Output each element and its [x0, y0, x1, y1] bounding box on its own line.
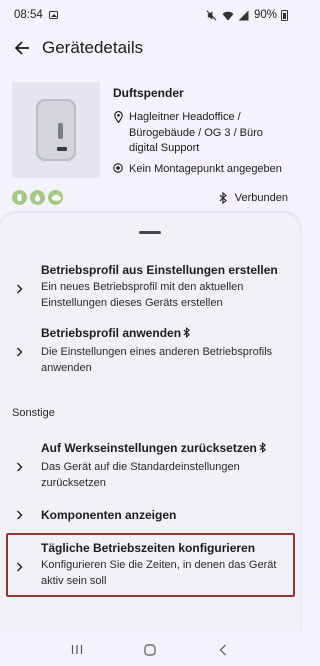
device-name: Duftspender	[113, 86, 184, 100]
action-title: Betriebsprofil anwenden	[41, 326, 190, 340]
chevron-right-icon	[16, 561, 24, 573]
actions-sheet: Betriebsprofil aus Einstellungen erstell…	[0, 213, 300, 633]
action-title-text: Betriebsprofil anwenden	[41, 326, 182, 340]
bluetooth-icon	[219, 192, 227, 204]
wifi-icon	[222, 9, 234, 21]
connection-status-text: Verbunden	[234, 192, 288, 204]
action-description: Das Gerät auf die Standardeinstellungen …	[41, 461, 240, 489]
mute-icon	[206, 9, 218, 21]
location-pin-icon	[113, 110, 123, 124]
action-description: Konfigurieren Sie die Zeiten, in denen d…	[41, 559, 277, 587]
action-description: Die Einstellungen eines anderen Betriebs…	[41, 346, 273, 374]
action-title: Komponenten anzeigen	[41, 508, 177, 522]
back-nav-button[interactable]	[213, 640, 233, 660]
chevron-right-icon	[16, 509, 24, 521]
mounting-text: Kein Montagepunkt angegeben	[129, 163, 282, 175]
action-create-profile[interactable]: Betriebsprofil aus Einstellungen erstell…	[0, 263, 300, 323]
page-title: Gerätedetails	[42, 38, 144, 57]
back-button[interactable]	[12, 38, 32, 58]
chevron-right-icon	[16, 283, 24, 295]
action-title: Tägliche Betriebszeiten konfigurieren	[41, 541, 256, 555]
back-nav-icon	[219, 644, 227, 655]
sheet-drag-handle[interactable]	[139, 231, 161, 234]
chevron-right-icon	[16, 346, 24, 358]
feature-icon-3	[48, 190, 63, 205]
action-title: Auf Werkseinstellungen zurücksetzen	[41, 441, 266, 455]
feature-icon-2	[30, 190, 45, 205]
status-time: 08:54	[14, 9, 43, 21]
image-icon	[48, 11, 58, 19]
status-icons: 90%	[206, 9, 288, 21]
connection-status: Verbunden	[219, 192, 288, 204]
action-configure-operating-times[interactable]: Tägliche Betriebszeiten konfigurieren Ko…	[0, 541, 300, 596]
action-description: Ein neues Betriebsprofil mit den aktuell…	[41, 281, 244, 309]
status-bar: 08:54 90%	[0, 0, 300, 30]
action-title: Betriebsprofil aus Einstellungen erstell…	[41, 263, 278, 277]
section-label-other: Sonstige	[12, 407, 55, 419]
mounting-point-icon	[113, 162, 123, 176]
recent-apps-icon	[71, 645, 82, 654]
home-button[interactable]	[140, 640, 160, 660]
feature-icon-1	[12, 190, 27, 205]
bluetooth-icon	[259, 442, 266, 453]
battery-icon	[281, 9, 288, 21]
device-image	[12, 82, 100, 178]
chevron-right-icon	[16, 461, 24, 473]
action-factory-reset[interactable]: Auf Werkseinstellungen zurücksetzen Das …	[0, 441, 300, 496]
action-show-components[interactable]: Komponenten anzeigen	[0, 508, 300, 528]
action-apply-profile[interactable]: Betriebsprofil anwenden Die Einstellunge…	[0, 326, 300, 381]
home-icon	[144, 643, 156, 656]
location-text: Hagleitner Headoffice / Bürogebäude / OG…	[129, 111, 263, 154]
device-mounting: Kein Montagepunkt angegeben	[113, 162, 298, 176]
arrow-back-icon	[14, 41, 29, 55]
device-location: Hagleitner Headoffice / Bürogebäude / OG…	[113, 110, 293, 157]
feature-icons	[12, 190, 63, 205]
recent-apps-button[interactable]	[67, 640, 87, 660]
system-nav-bar	[0, 633, 300, 666]
app-bar: Gerätedetails	[0, 30, 300, 66]
bluetooth-icon	[183, 327, 190, 338]
signal-icon	[238, 9, 250, 21]
action-title-text: Auf Werkseinstellungen zurücksetzen	[41, 441, 257, 455]
battery-percent: 90%	[253, 9, 277, 21]
